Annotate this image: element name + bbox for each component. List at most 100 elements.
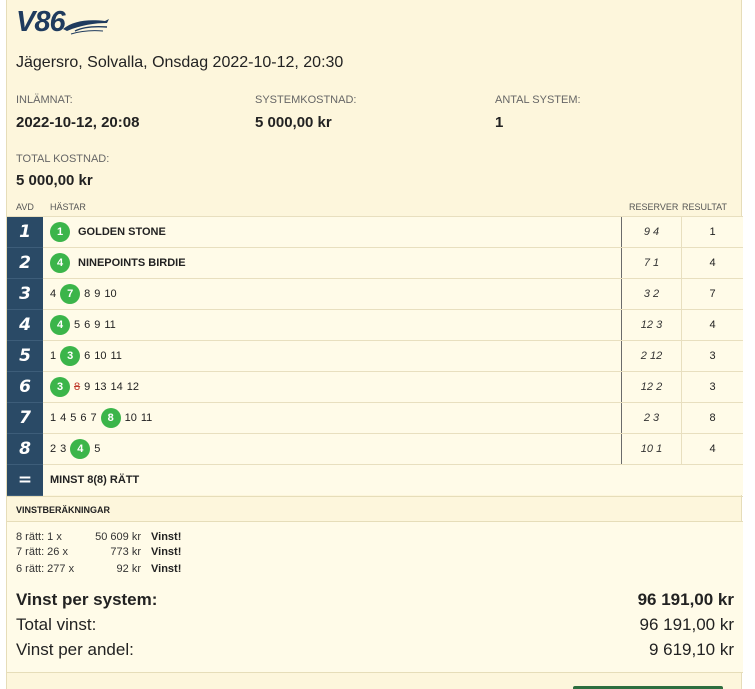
- leg-horses: 1 4 5 6 7 8 10 11: [43, 403, 621, 433]
- horse-number: 11: [104, 319, 116, 331]
- horse-number: 8: [84, 288, 91, 300]
- leg-reserves: 2 3: [621, 403, 681, 433]
- vinst-per-andel-label: Vinst per andel:: [16, 640, 134, 659]
- minst-ratt-row: = MINST 8(8) RÄTT: [7, 464, 743, 496]
- leg-row: 3 4 7 8 9 10 3 27: [7, 278, 743, 310]
- winning-horse-badge: 7: [60, 284, 81, 304]
- winning-horse-badge: 4: [50, 315, 70, 335]
- vinstberakningar-body: 8 rätt: 1 x 50 609 kr Vinst! 7 rätt: 26 …: [7, 522, 743, 672]
- vinst-per-system: Vinst per system: 96 191,00 kr: [16, 590, 734, 610]
- leg-number: 7: [7, 403, 43, 434]
- winning-horse-badge: 4: [70, 439, 91, 459]
- leg-result: 1: [681, 217, 743, 247]
- leg-row: 1 1 GOLDEN STONE 9 41: [7, 216, 743, 248]
- vinst-per-system-value: 96 191,00 kr: [637, 590, 734, 609]
- equals-symbol: =: [7, 465, 43, 496]
- total-cost-label: TOTAL KOSTNAD:: [16, 153, 110, 165]
- total-cost-info: TOTAL KOSTNAD: 5 000,00 kr: [16, 153, 109, 189]
- horse-number: 12: [126, 381, 139, 393]
- horse-number: 1: [50, 350, 57, 362]
- col-reserver: RESERVER: [629, 202, 679, 212]
- race-title: Jägersro, Solvalla, Onsdag 2022-10-12, 2…: [16, 54, 344, 71]
- leg-row: 2 4 NINEPOINTS BIRDIE 7 14: [7, 247, 743, 279]
- horse-name: NINEPOINTS BIRDIE: [78, 257, 186, 269]
- horse-number: 7: [90, 412, 97, 424]
- winning-horse-badge: 3: [60, 346, 81, 366]
- leg-row: 5 1 3 6 10 11 2 12 3: [7, 340, 743, 372]
- leg-row: 6 3 8 9 13 14 12 12 23: [7, 371, 743, 403]
- submitted-value: 2022-10-12, 20:08: [16, 114, 140, 131]
- leg-number: 1: [7, 217, 43, 248]
- leg-row: 8 2 3 4 5 10 14: [7, 433, 743, 465]
- horse-number: 9: [94, 319, 101, 331]
- total-cost-value: 5 000,00 kr: [16, 172, 93, 189]
- horse-number: 6: [80, 412, 87, 424]
- leg-result: 8: [681, 403, 743, 433]
- leg-number: 8: [7, 434, 43, 465]
- horse-number: 10: [124, 412, 137, 424]
- leg-reserves: 12 2: [621, 372, 681, 402]
- system-cost-value: 5 000,00 kr: [255, 114, 332, 131]
- leg-result: 3: [681, 341, 743, 371]
- num-systems-info: ANTAL SYSTEM: 1: [495, 94, 581, 131]
- horse-number: 6: [84, 319, 91, 331]
- leg-reserves: 2 12: [621, 341, 681, 371]
- horse-number: 10: [94, 350, 107, 362]
- num-systems-label: ANTAL SYSTEM:: [495, 94, 581, 106]
- calc-row: 7 rätt: 26 x 773 kr Vinst!: [16, 546, 182, 558]
- horse-number: 13: [94, 381, 107, 393]
- leg-result: 4: [681, 310, 743, 340]
- horse-number: 2: [50, 443, 57, 455]
- leg-number: 3: [7, 279, 43, 310]
- submitted-label: INLÄMNAT:: [16, 94, 73, 106]
- leg-horses: 4 7 8 9 10: [43, 279, 621, 309]
- winning-horse-badge: 3: [50, 377, 70, 397]
- vinst-per-system-label: Vinst per system:: [16, 590, 158, 609]
- system-cost-label: SYSTEMKOSTNAD:: [255, 94, 357, 106]
- horse-number: 11: [140, 412, 153, 424]
- winning-horse-badge: 4: [50, 253, 70, 273]
- leg-horses: 4 NINEPOINTS BIRDIE: [43, 248, 621, 278]
- leg-number: 2: [7, 248, 43, 279]
- horse-number: 6: [84, 350, 91, 362]
- horse-number: 5: [74, 319, 81, 331]
- leg-row: 4 4 5 6 9 11 12 34: [7, 309, 743, 341]
- leg-reserves: 12 3: [621, 310, 681, 340]
- coupon-card: V86 Jägersro, Solvalla, Onsdag 2022-10-1…: [6, 0, 743, 689]
- num-systems-value: 1: [495, 114, 504, 131]
- submitted-info: INLÄMNAT: 2022-10-12, 20:08: [16, 94, 139, 131]
- leg-horses: 4 5 6 9 11: [43, 310, 621, 340]
- v86-logo: V86: [16, 4, 111, 40]
- leg-result: 4: [681, 248, 743, 278]
- horse-number: 1: [50, 412, 57, 424]
- calc-row: 8 rätt: 1 x 50 609 kr Vinst!: [16, 531, 182, 543]
- horse-number: 4: [50, 288, 57, 300]
- col-avd: AVD: [16, 202, 34, 212]
- leg-reserves: 10 1: [621, 434, 681, 464]
- minst-ratt-text: MINST 8(8) RÄTT: [43, 465, 743, 495]
- legs-table: 1 1 GOLDEN STONE 9 4 1 2 4 NINEPOINTS BIRDIE 7 1…: [7, 216, 743, 496]
- winning-horse-badge: 8: [100, 408, 121, 428]
- leg-reserves: 9 4: [621, 217, 681, 247]
- leg-horses: 1 3 6 10 11: [43, 341, 621, 371]
- horse-number: 4: [60, 412, 67, 424]
- leg-reserves: 3 2: [621, 279, 681, 309]
- winning-horse-badge: 1: [50, 222, 70, 242]
- total-vinst-value: 96 191,00 kr: [639, 615, 734, 634]
- leg-horses: 1 GOLDEN STONE: [43, 217, 621, 247]
- horse-number: 9: [94, 288, 101, 300]
- horse-number: 3: [60, 443, 67, 455]
- horse-number: 10: [104, 288, 117, 300]
- leg-result: 7: [681, 279, 743, 309]
- system-cost-info: SYSTEMKOSTNAD: 5 000,00 kr: [255, 94, 356, 131]
- leg-result: 3: [681, 372, 743, 402]
- leg-number: 6: [7, 372, 43, 403]
- horse-number: 11: [110, 350, 122, 362]
- horse-number: 5: [94, 443, 101, 455]
- horse-number: 9: [84, 381, 91, 393]
- leg-horses: 3 8 9 13 14 12: [43, 372, 621, 402]
- leg-result: 4: [681, 434, 743, 464]
- col-hastar: HÄSTAR: [50, 202, 86, 212]
- vinst-per-andel-value: 9 619,10 kr: [648, 640, 734, 659]
- calc-row: 6 rätt: 277 x 92 kr Vinst!: [16, 563, 182, 575]
